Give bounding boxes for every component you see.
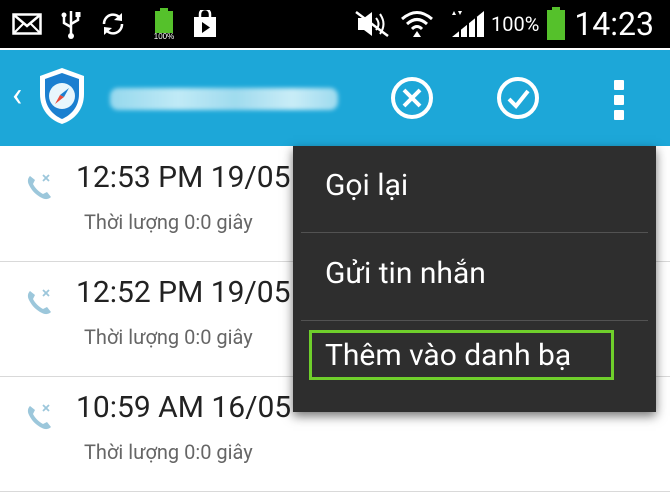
menu-divider: [301, 232, 648, 233]
call-time: 10:59 AM 16/05: [76, 390, 292, 425]
signal-icon: [450, 8, 486, 40]
notification-battery-label: 100%: [154, 32, 174, 40]
confirm-check-icon[interactable]: [494, 74, 542, 122]
menu-item-send-message[interactable]: Gửi tin nhắn: [293, 234, 656, 322]
missed-call-icon: [24, 172, 54, 202]
menu-item-call-back[interactable]: Gọi lại: [293, 146, 656, 234]
battery-charged-icon: 100%: [150, 8, 180, 40]
menu-item-add-to-contacts[interactable]: Thêm vào danh bạ: [293, 322, 656, 410]
back-chevron-icon[interactable]: ‹: [12, 78, 22, 112]
sync-icon: [98, 8, 128, 40]
cancel-icon[interactable]: [388, 74, 436, 122]
wifi-icon: [400, 8, 434, 40]
call-duration: Thời lượng 0:0 giây: [84, 440, 253, 464]
call-time: 12:53 PM 19/05: [76, 160, 291, 195]
action-bar: ‹: [0, 50, 670, 146]
contact-number-blurred: [110, 88, 338, 110]
menu-divider: [301, 320, 648, 321]
mail-icon: [12, 8, 42, 40]
call-time: 12:52 PM 19/05: [76, 275, 291, 310]
shield-compass-icon[interactable]: [36, 66, 88, 126]
usb-icon: [60, 8, 82, 40]
store-bag-icon: [192, 8, 218, 40]
overflow-popup-menu: Gọi lại Gửi tin nhắn Thêm vào danh bạ: [293, 146, 656, 412]
overflow-menu-icon[interactable]: [610, 80, 628, 120]
status-bar: 100% 100% 14:23: [0, 0, 670, 48]
battery-icon: [546, 7, 566, 40]
menu-item-label: Gọi lại: [325, 168, 409, 203]
menu-item-label: Thêm vào danh bạ: [325, 338, 572, 373]
call-duration: Thời lượng 0:0 giây: [84, 325, 253, 349]
status-time: 14:23: [574, 5, 654, 43]
missed-call-icon: [24, 402, 54, 432]
call-duration: Thời lượng 0:0 giây: [84, 210, 253, 234]
menu-item-label: Gửi tin nhắn: [325, 256, 486, 291]
battery-percent: 100%: [491, 12, 540, 36]
mute-icon: [354, 8, 390, 40]
missed-call-icon: [24, 287, 54, 317]
